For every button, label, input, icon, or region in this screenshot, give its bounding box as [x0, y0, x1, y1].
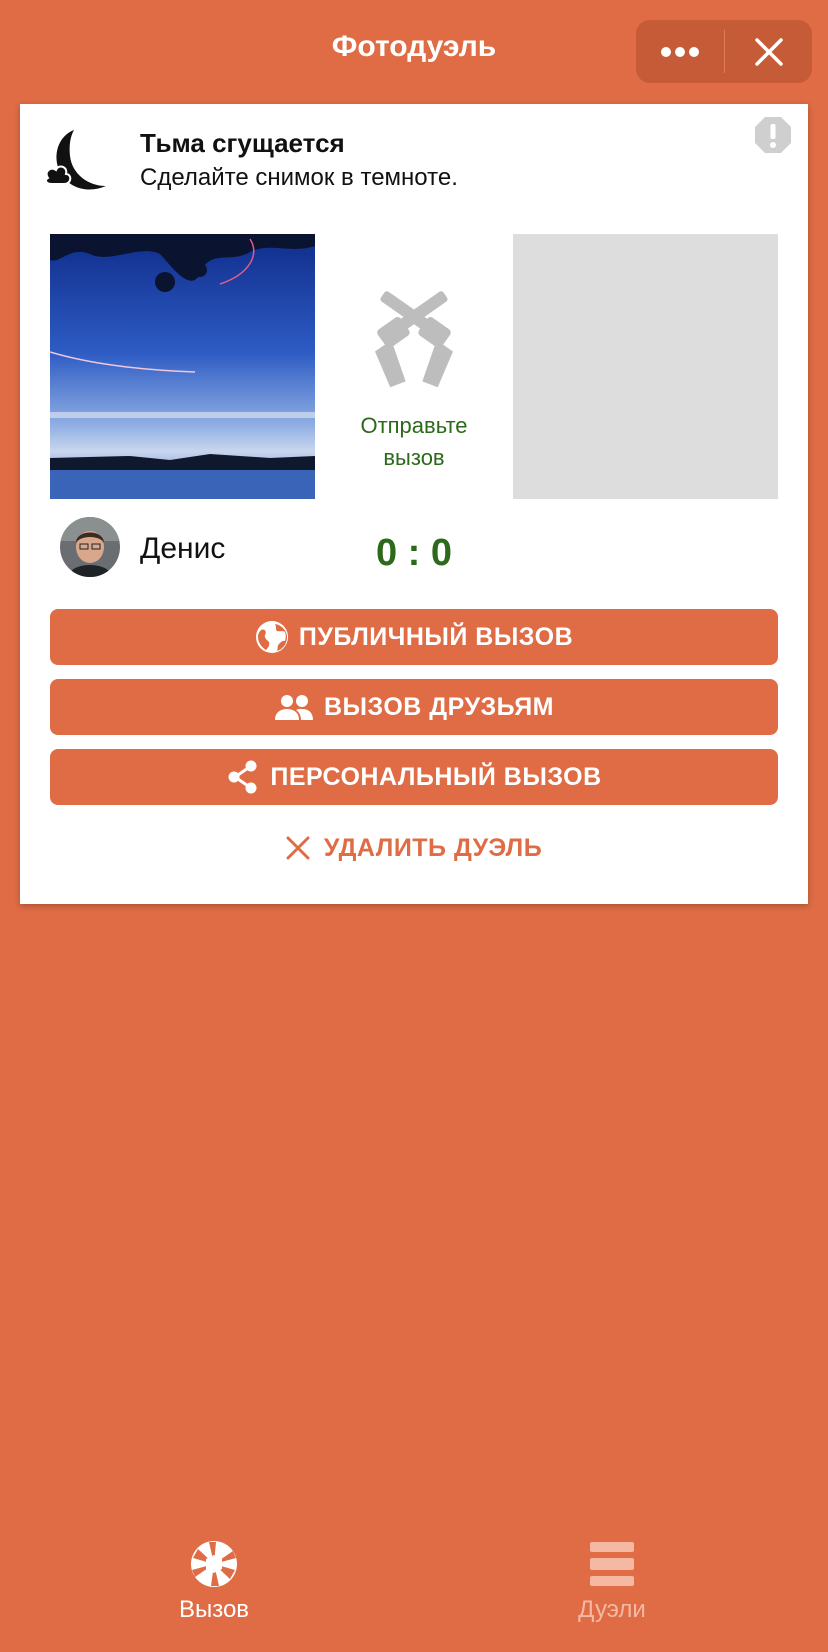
duel-card: Тьма сгущается Сделайте снимок в темноте… [20, 104, 808, 904]
share-icon [226, 760, 260, 794]
close-button[interactable] [725, 20, 813, 83]
group-icon [274, 690, 314, 724]
friends-challenge-button[interactable]: ВЫЗОВ ДРУЗЬЯМ [50, 679, 778, 735]
opponent-photo-placeholder [513, 234, 778, 499]
report-icon[interactable] [754, 116, 792, 154]
tab-challenge[interactable]: Вызов [114, 1540, 314, 1624]
personal-challenge-label: ПЕРСОНАЛЬНЫЙ ВЫЗОВ [270, 762, 602, 791]
personal-challenge-button[interactable]: ПЕРСОНАЛЬНЫЙ ВЫЗОВ [50, 749, 778, 805]
ellipsis-icon [661, 46, 699, 57]
public-challenge-label: ПУБЛИЧНЫЙ ВЫЗОВ [298, 622, 574, 651]
friends-challenge-label: ВЫЗОВ ДРУЗЬЯМ [324, 692, 554, 721]
avatar[interactable] [60, 517, 120, 577]
moon-icon [44, 130, 106, 190]
tab-duels[interactable]: Дуэли [512, 1540, 712, 1624]
stack-icon [590, 1542, 634, 1586]
close-icon [286, 836, 310, 860]
challenge-description: Сделайте снимок в темноте. [140, 164, 458, 191]
header: Фотодуэль [0, 0, 828, 104]
delete-duel-button[interactable]: УДАЛИТЬ ДУЭЛЬ [50, 820, 778, 876]
user-photo [60, 517, 120, 577]
crossed-revolvers-icon [375, 291, 453, 388]
public-challenge-button[interactable]: ПУБЛИЧНЫЙ ВЫЗОВ [50, 609, 778, 665]
header-capsule [636, 20, 812, 83]
tab-duels-label: Дуэли [578, 1596, 646, 1623]
globe-icon [255, 620, 289, 654]
player-name: Денис [140, 532, 226, 565]
camera-aperture-icon [191, 1541, 237, 1587]
score: 0 : 0 [375, 532, 453, 574]
night-sky-photo [50, 234, 315, 499]
send-challenge-line2: вызов [383, 445, 445, 470]
more-button[interactable] [636, 20, 724, 83]
close-icon [755, 37, 783, 66]
challenge-title: Тьма сгущается [140, 128, 345, 158]
bottom-tab-bar: Вызов Дуэли [0, 1520, 828, 1652]
tab-challenge-label: Вызов [178, 1596, 250, 1623]
send-challenge-hint: Отправьте вызов [324, 410, 504, 474]
my-photo[interactable] [50, 234, 315, 499]
delete-duel-label: УДАЛИТЬ ДУЭЛЬ [323, 833, 543, 862]
send-challenge-line1: Отправьте [360, 413, 468, 438]
